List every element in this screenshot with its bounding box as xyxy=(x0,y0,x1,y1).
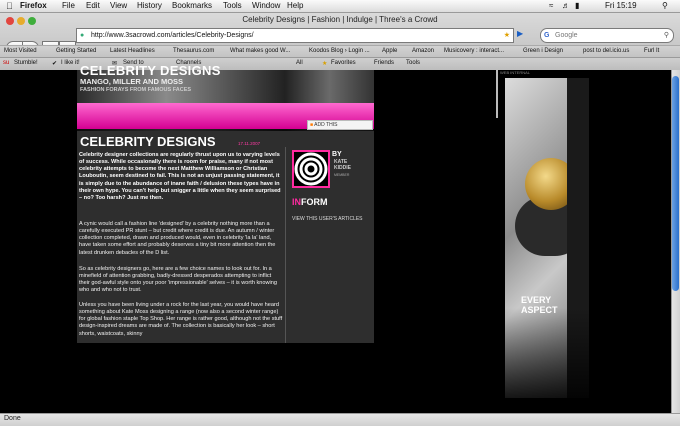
article-paragraph: So as celebrity designers go, here are a… xyxy=(79,266,278,294)
address-bar[interactable]: ● http://www.3sacrowd.com/articles/Celeb… xyxy=(76,28,514,43)
bookmark-item[interactable]: Thesaurus.com xyxy=(173,48,214,54)
volume-icon[interactable]: ♬ xyxy=(562,1,570,10)
article-paragraph: Unless you have been living under a rock… xyxy=(79,302,283,337)
battery-icon[interactable]: ▮ xyxy=(575,1,579,10)
hero-tagline: FASHION FORAYS FROM FAMOUS FACES xyxy=(80,87,192,93)
wifi-icon[interactable]: ≈ xyxy=(549,1,553,10)
ad-top-label: WEB INTERNAL xyxy=(500,70,531,75)
hero-subtitle: MANGO, MILLER AND MOSS xyxy=(80,77,184,86)
menu-help[interactable]: Help xyxy=(287,1,303,10)
friends-button[interactable]: Friends xyxy=(374,60,394,66)
view-user-articles-link[interactable]: VIEW THIS USER'S ARTICLES xyxy=(292,216,363,222)
menu-file[interactable]: File xyxy=(62,1,75,10)
menu-tools[interactable]: Tools xyxy=(223,1,242,10)
menu-history[interactable]: History xyxy=(137,1,162,10)
inform-prefix: IN xyxy=(292,197,301,207)
menubar-clock[interactable]: Fri 15:19 xyxy=(605,1,637,10)
author-name[interactable]: KATE KIDDIE xyxy=(334,159,354,172)
divider-line xyxy=(496,70,498,118)
menu-app-name[interactable]: Firefox xyxy=(20,1,47,10)
bookmark-item[interactable]: post to del.icio.us xyxy=(583,48,629,54)
bookmark-item[interactable]: Latest Headlines xyxy=(110,48,155,54)
stumble-logo-icon: su xyxy=(3,60,10,66)
mac-menubar:  Firefox File Edit View History Bookmar… xyxy=(0,0,680,13)
menu-bookmarks[interactable]: Bookmarks xyxy=(172,1,212,10)
tools-button[interactable]: Tools xyxy=(406,60,420,66)
bookmark-item[interactable]: Koodos Blog › Login ... xyxy=(309,48,370,54)
favorites-star-icon: ★ xyxy=(322,61,328,67)
inform-suffix: FORM xyxy=(301,197,328,207)
rss-icon[interactable]: ▶ xyxy=(517,29,535,41)
bookmark-item[interactable]: Getting Started xyxy=(56,48,96,54)
magnifier-icon[interactable]: ⚲ xyxy=(664,29,669,42)
menu-edit[interactable]: Edit xyxy=(86,1,100,10)
bookmark-item[interactable]: Apple xyxy=(382,48,397,54)
bookmark-item[interactable]: Amazon xyxy=(412,48,434,54)
ad-shadow xyxy=(505,308,589,398)
menu-view[interactable]: View xyxy=(110,1,127,10)
search-box[interactable]: G Google ⚲ xyxy=(540,28,674,43)
thumbs-up-icon: ✔ xyxy=(52,61,58,67)
article-title: CELEBRITY DESIGNS xyxy=(80,134,216,149)
ad-text-line2: ASPECT xyxy=(521,304,558,315)
favorites-button[interactable]: Favorites xyxy=(331,60,356,66)
apple-menu-icon[interactable]:  xyxy=(6,1,13,11)
bookmark-star-icon[interactable]: ★ xyxy=(504,29,510,42)
bookmark-item[interactable]: Most Visited xyxy=(4,48,37,54)
article-paragraph: Celebrity designer collections are regul… xyxy=(79,152,281,201)
author-by-label: BY xyxy=(332,151,342,158)
hero-title: CELEBRITY DESIGNS xyxy=(80,63,221,78)
ad-text[interactable]: EVERY ASPECT xyxy=(521,295,558,316)
spotlight-icon[interactable]: ⚲ xyxy=(662,1,668,10)
article-paragraph: A cynic would call a fashion line 'desig… xyxy=(79,221,276,256)
search-input: Google xyxy=(555,32,578,39)
bookmark-item[interactable]: Furl It xyxy=(644,48,659,54)
scrollbar-thumb[interactable] xyxy=(672,76,679,291)
inform-logo: INFORM xyxy=(292,197,328,207)
status-text: Done xyxy=(4,415,21,422)
menu-window[interactable]: Window xyxy=(252,1,280,10)
champagne-ad[interactable] xyxy=(505,78,589,398)
addthis-icon: ■ xyxy=(310,122,314,128)
window-title: Celebrity Designs | Fashion | Indulge | … xyxy=(242,15,438,24)
i-like-it-button[interactable]: I like it! xyxy=(61,60,80,66)
site-favicon-icon: ● xyxy=(80,32,85,39)
author-role: MEMBER xyxy=(334,173,350,177)
sidebar-divider xyxy=(285,147,286,343)
addthis-label: ADD THIS xyxy=(314,122,338,128)
bookmark-item[interactable]: What makes good W... xyxy=(230,48,290,54)
google-search-icon: G xyxy=(544,32,550,39)
url-text: http://www.3sacrowd.com/articles/Celebri… xyxy=(91,32,254,39)
all-dropdown[interactable]: All xyxy=(296,60,303,66)
author-avatar[interactable] xyxy=(292,150,330,188)
concentric-circles-icon xyxy=(294,152,328,186)
article-date: 17.11.2007 xyxy=(238,141,261,146)
stumble-button[interactable]: Stumble! xyxy=(14,60,38,66)
bookmark-item[interactable]: Musicovery : interact... xyxy=(444,48,504,54)
bookmark-item[interactable]: Green i Design xyxy=(523,48,563,54)
addthis-button[interactable]: ■ ADD THIS xyxy=(307,120,373,130)
status-bar: Done xyxy=(0,413,680,426)
